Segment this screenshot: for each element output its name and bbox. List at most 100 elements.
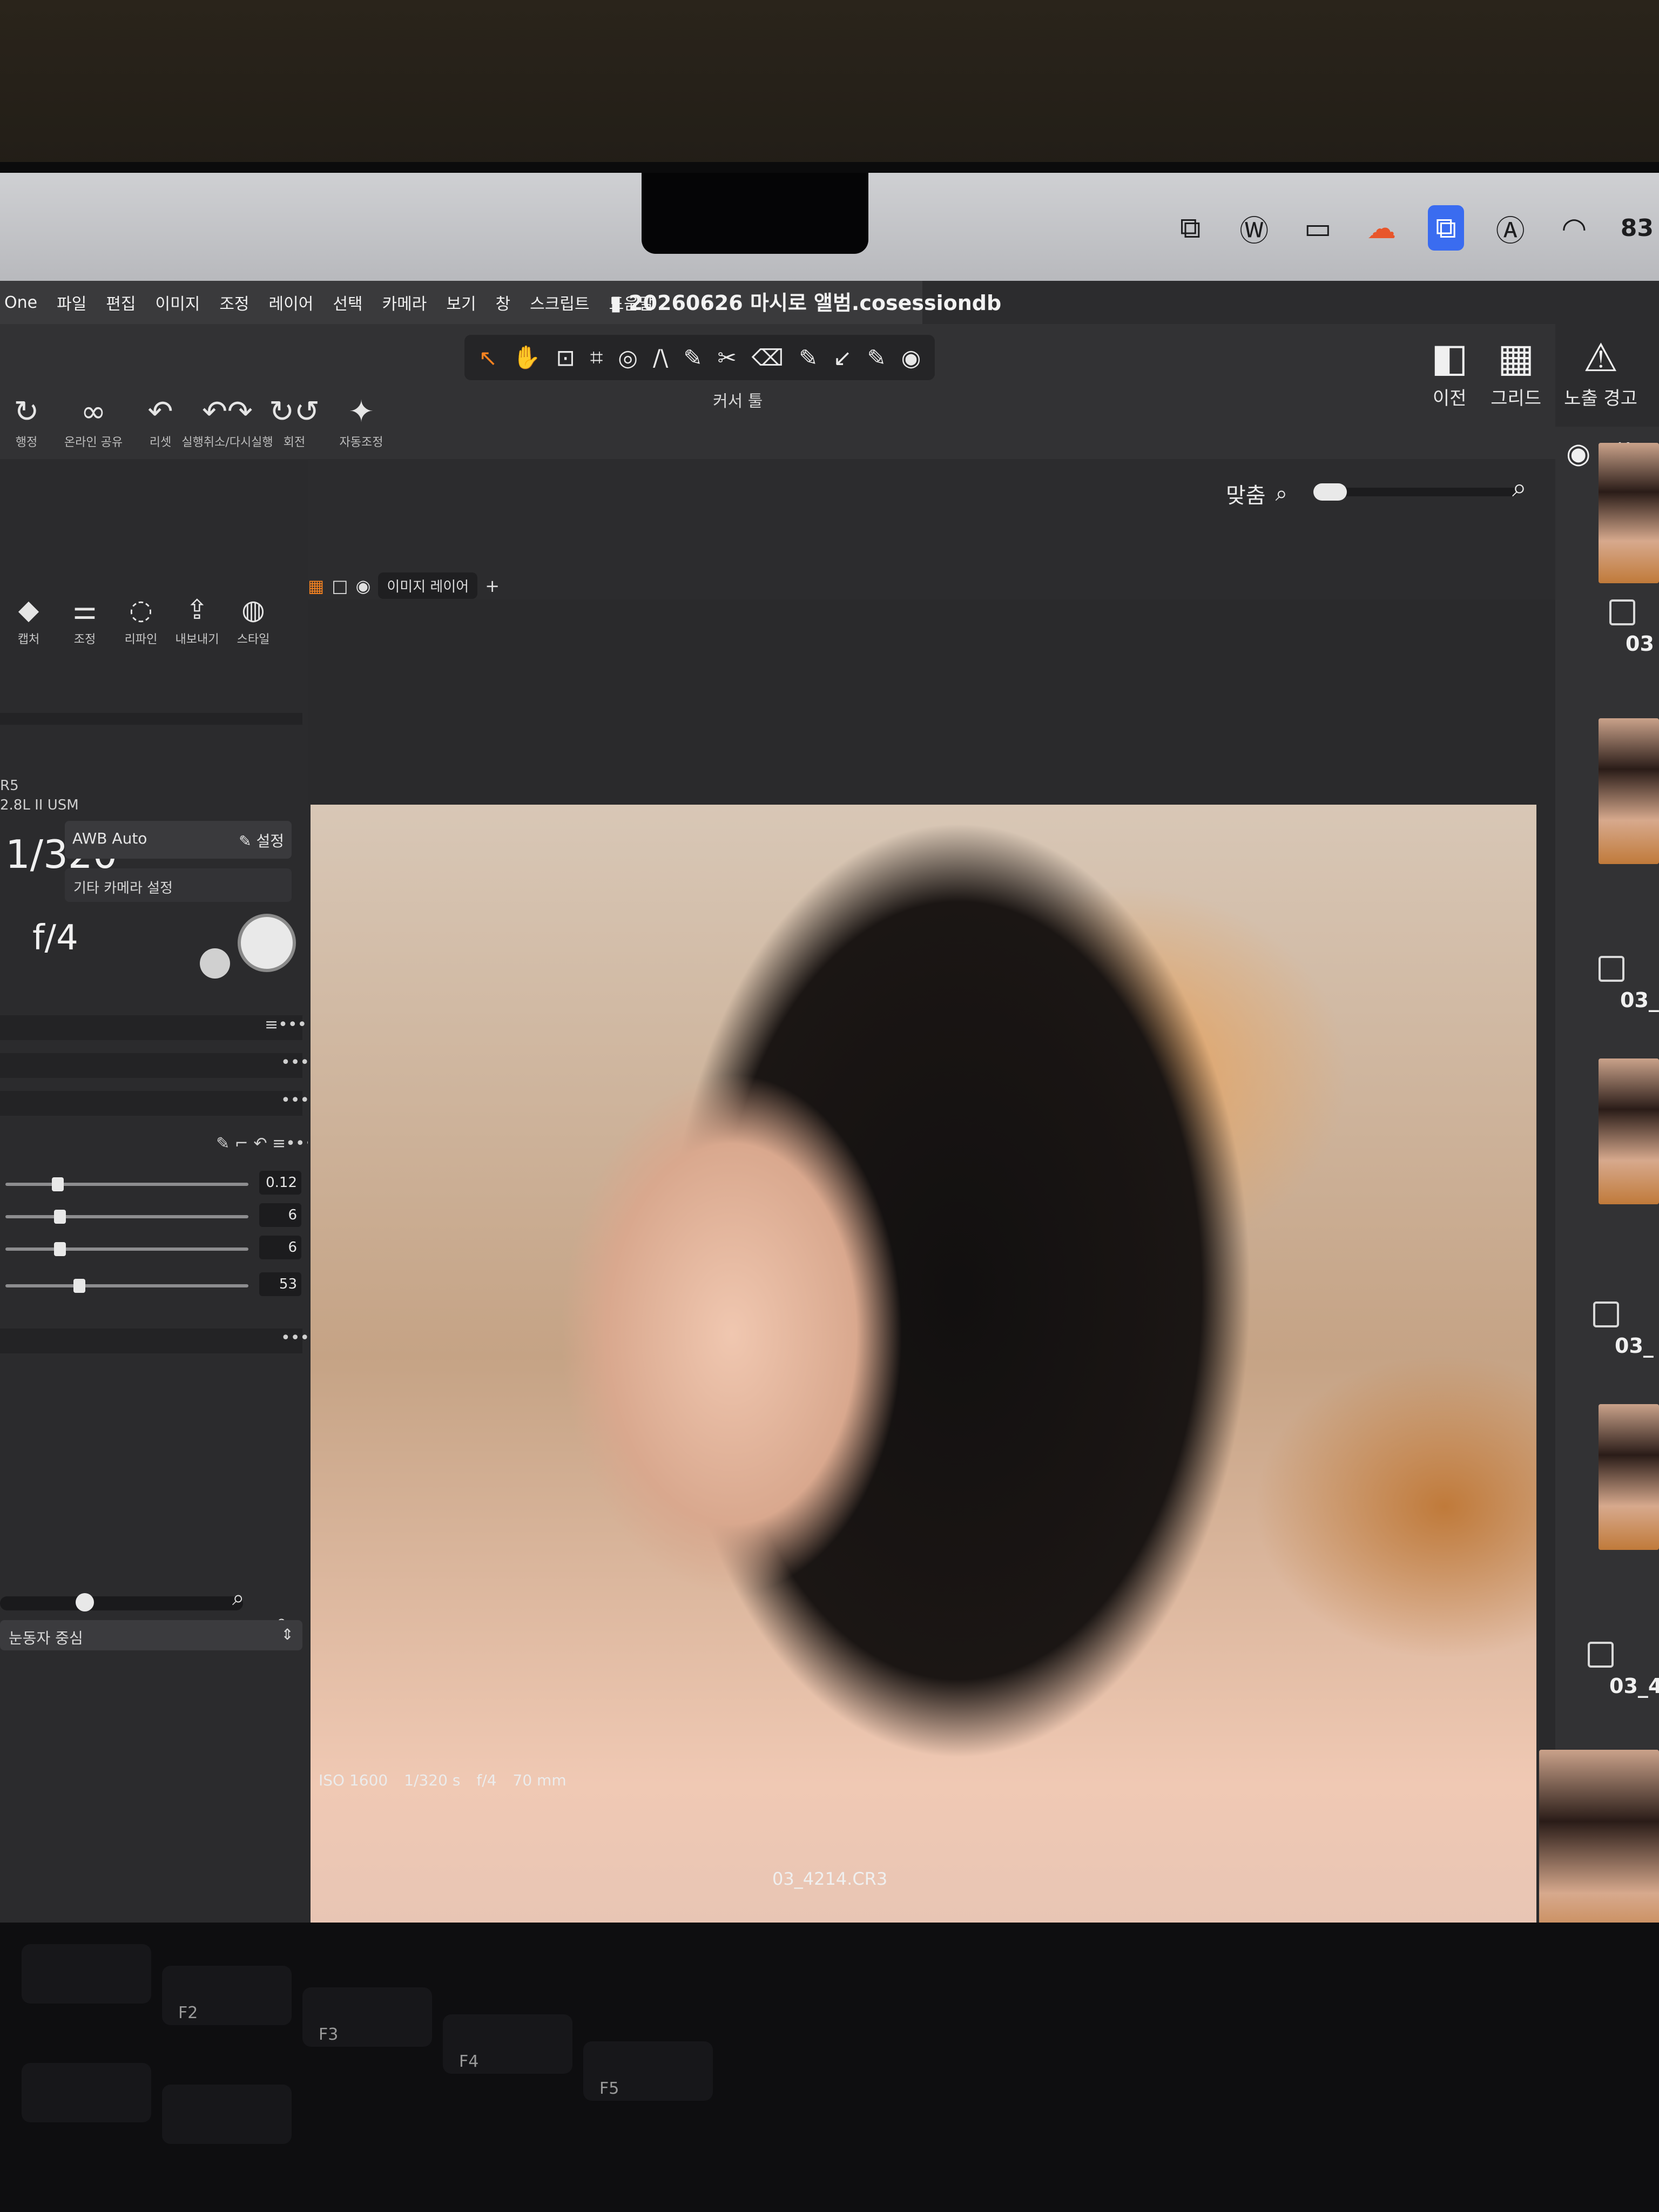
screen-mirror-icon[interactable]: ⧉ [1173, 211, 1208, 245]
single-view-icon[interactable]: □ [332, 576, 348, 596]
thumbnail-checkbox[interactable] [1593, 1301, 1619, 1327]
rotate-tool-icon[interactable]: ◎ [618, 345, 638, 371]
erase-tool-icon[interactable]: ⌫ [752, 345, 784, 371]
zoom-slider[interactable] [1318, 488, 1518, 496]
add-layer-icon[interactable]: + [485, 576, 500, 596]
adjust-slider[interactable] [5, 1210, 248, 1224]
section-menu-icon[interactable]: ••• [281, 1091, 309, 1110]
menu-view[interactable]: 보기 [446, 291, 476, 314]
tool-process[interactable]: ↻ 행정 [0, 394, 53, 450]
compare-label: 이전 [1432, 388, 1467, 409]
thumbnail[interactable] [1599, 718, 1659, 864]
key-label: F3 [319, 2025, 339, 2044]
focus-mode-select[interactable]: 눈동자 중심 ⇕ [0, 1620, 302, 1650]
menu-file[interactable]: 파일 [57, 291, 86, 314]
tab-export[interactable]: ⇪ 내보내기 [174, 594, 220, 647]
app-name[interactable]: One [4, 293, 37, 312]
thumbnail-checkbox[interactable] [1599, 956, 1624, 982]
eyedropper-icon: ✎ [239, 832, 257, 850]
warning-cloud-icon[interactable]: ☁ [1364, 211, 1399, 245]
thumbnail[interactable] [1599, 1058, 1659, 1204]
thumbnail[interactable] [1599, 443, 1659, 583]
tool-rotate[interactable]: ↻↺ 회전 [268, 394, 321, 450]
tool-share[interactable]: ∞ 온라인 공유 [64, 394, 123, 450]
display-icon[interactable]: ▭ [1300, 211, 1335, 245]
picker-tool-icon[interactable]: ◉ [901, 345, 921, 371]
section-menu-icon[interactable]: ••• [281, 1328, 309, 1347]
tool-undo-redo[interactable]: ↶↷ 실행취소/다시실행 [181, 394, 273, 450]
slider-value[interactable]: 53 [259, 1272, 301, 1296]
draw-tool-icon[interactable]: ✎ [799, 345, 818, 371]
section-menu-icon[interactable]: ≡••• [265, 1015, 307, 1034]
menu-edit[interactable]: 편집 [106, 291, 136, 314]
pan-tool-icon[interactable]: ✋ [512, 344, 541, 371]
heal-tool-icon[interactable]: ✂ [718, 345, 737, 371]
thumbnail[interactable] [1599, 1404, 1659, 1550]
tab-refine[interactable]: ◌ 리파인 [118, 594, 164, 647]
loupe-tool-icon[interactable]: ⊡ [556, 345, 575, 371]
menu-camera[interactable]: 카메라 [382, 291, 427, 314]
tool-label: 자동조정 [339, 436, 383, 449]
slider-knob[interactable] [54, 1210, 66, 1224]
awb-settings[interactable]: ✎ 설정 [239, 830, 284, 851]
settings-label: 설정 [256, 832, 284, 850]
eye-view-icon[interactable]: ◉ [355, 576, 370, 596]
compare-button[interactable]: ◧ 이전 [1431, 335, 1468, 410]
annotate-tool-icon[interactable]: ✎ [867, 345, 886, 371]
thumbnail-checkbox[interactable] [1609, 599, 1635, 625]
thumbnail-checkbox[interactable] [1588, 1642, 1614, 1668]
input-a-icon[interactable]: Ⓐ [1493, 207, 1528, 249]
slider-value[interactable]: 6 [259, 1203, 301, 1227]
w-icon[interactable]: Ⓦ [1237, 207, 1271, 249]
slider-value[interactable]: 6 [259, 1236, 301, 1259]
capture-button[interactable] [238, 914, 296, 972]
keystone-tool-icon[interactable]: /\ [653, 345, 668, 371]
white-balance-select[interactable]: AWB Auto ✎ 설정 [65, 821, 292, 859]
keyboard-key [22, 1944, 151, 2004]
zoom-in-icon[interactable]: ⌕ [1512, 473, 1527, 503]
multi-view-icon[interactable]: ▦ [308, 576, 324, 596]
slider-knob[interactable] [54, 1242, 66, 1256]
select-tool-icon[interactable]: ↖ [478, 345, 497, 371]
layer-select[interactable]: 이미지 레이어 [378, 572, 478, 599]
focus-slider[interactable] [0, 1596, 243, 1610]
grid-label: 그리드 [1491, 388, 1542, 409]
zoom-out-icon[interactable]: ⌕ [1276, 481, 1287, 506]
adjust-slider[interactable] [5, 1177, 248, 1191]
slider-knob[interactable] [51, 1177, 64, 1191]
adjust-slider[interactable] [5, 1242, 248, 1256]
exposure-warning-button[interactable]: ⚠ 노출 경고 [1564, 335, 1637, 410]
other-camera-settings[interactable]: 기타 카메라 설정 [65, 868, 292, 902]
video-button[interactable] [200, 948, 230, 979]
grid-button[interactable]: ▦ 그리드 [1491, 335, 1541, 410]
zoom-slider-thumb[interactable] [1313, 483, 1347, 501]
adjust-tools-icon[interactable]: ✎ ⌐ ↶ ≡••• [216, 1134, 314, 1153]
tab-styles[interactable]: ◍ 스타일 [230, 594, 276, 647]
tool-auto-adjust[interactable]: ✦ 자동조정 [335, 394, 388, 450]
brush-tool-icon[interactable]: ✎ [683, 345, 702, 371]
menu-select[interactable]: 선택 [333, 291, 362, 314]
main-photo[interactable] [311, 805, 1536, 1998]
gradient-tool-icon[interactable]: ↙ [833, 345, 852, 371]
menu-script[interactable]: 스크립트 [530, 291, 589, 314]
slider-knob[interactable] [73, 1279, 85, 1293]
crop-tool-icon[interactable]: ⌗ [590, 344, 603, 371]
fit-label[interactable]: 맞춤 [1226, 478, 1266, 509]
tab-adjust[interactable]: ⚌ 조정 [62, 594, 108, 647]
wifi-icon[interactable]: ◠ [1557, 211, 1591, 245]
focus-slider-knob[interactable] [76, 1593, 94, 1611]
adjust-slider[interactable] [5, 1279, 248, 1293]
slider-value[interactable]: 0.12 [259, 1171, 301, 1195]
eye-icon[interactable]: ◉ [1566, 437, 1590, 470]
section-menu-icon[interactable]: ••• [281, 1053, 309, 1072]
tab-capture[interactable]: ◆ 캡처 [5, 594, 52, 647]
tool-reset[interactable]: ↶ 리셋 [134, 394, 187, 450]
stage-manager-icon[interactable]: ⧉ [1428, 205, 1464, 251]
menu-image[interactable]: 이미지 [156, 291, 200, 314]
aperture-value[interactable]: f/4 [32, 918, 78, 958]
menu-window[interactable]: 창 [496, 291, 511, 314]
panel-divider [0, 713, 302, 725]
zoom-in-icon[interactable]: ⌕ [232, 1586, 244, 1610]
menu-adjust[interactable]: 조정 [219, 291, 249, 314]
menu-layer[interactable]: 레이어 [269, 291, 314, 314]
